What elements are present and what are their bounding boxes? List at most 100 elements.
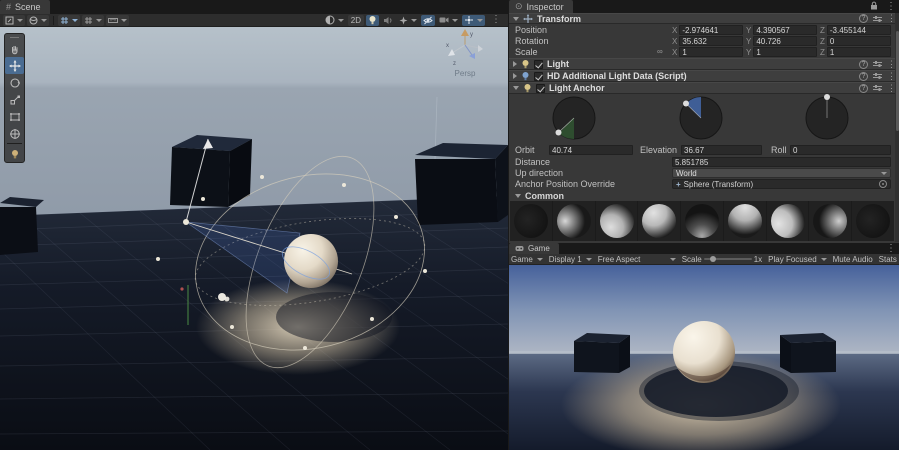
scale-x-field[interactable] [679, 47, 743, 57]
hd-light-enabled-checkbox[interactable] [534, 72, 543, 81]
help-icon[interactable]: ? [859, 84, 868, 93]
constrain-proportions-icon[interactable]: ∞ [657, 47, 663, 56]
mute-audio-button[interactable]: Mute Audio [833, 255, 873, 264]
light-preset-thumb[interactable] [852, 201, 894, 241]
scene-camera-button[interactable] [437, 15, 460, 26]
scene-menu-kebab[interactable]: ⋮ [487, 15, 505, 25]
elevation-field[interactable] [681, 145, 762, 155]
anchor-override-object-field[interactable]: + Sphere (Transform) [672, 179, 891, 189]
inspector-lock-icon[interactable] [866, 1, 882, 13]
elevation-dial[interactable] [675, 92, 727, 144]
light-preset-thumb[interactable] [596, 201, 638, 241]
position-row: Position X Y Z [509, 25, 899, 35]
grid-snap-button[interactable] [82, 15, 104, 26]
toggle-2d-button[interactable]: 2D [348, 15, 364, 26]
game-viewport[interactable] [509, 265, 899, 450]
help-icon[interactable]: ? [859, 72, 868, 81]
presets-icon[interactable] [873, 84, 882, 92]
scale-z-field[interactable] [827, 47, 891, 57]
svg-text:y: y [470, 32, 473, 38]
object-picker-icon[interactable] [879, 180, 887, 188]
scale-value: 1x [754, 255, 762, 264]
scene-audio-button[interactable] [381, 15, 395, 26]
inspector-tab-label: Inspector [527, 2, 564, 12]
transform-component-header[interactable]: Transform ? ⋮ [509, 13, 899, 24]
roll-field[interactable] [790, 145, 891, 155]
pan-tool-button[interactable] [5, 40, 24, 57]
light-anchor-tool-button[interactable] [5, 145, 24, 162]
draw-mode-button[interactable] [3, 15, 25, 26]
light-anchor-foldout[interactable] [513, 86, 519, 90]
play-focused-dropdown[interactable]: Play Focused [768, 255, 826, 264]
rotation-z-field[interactable] [827, 36, 891, 46]
rect-icon [9, 111, 21, 123]
help-icon[interactable]: ? [859, 14, 868, 23]
stats-button[interactable]: Stats [879, 255, 897, 264]
orbit-field[interactable] [549, 145, 633, 155]
inspector-menu-kebab[interactable]: ⋮ [882, 2, 899, 12]
rotate-tool-button[interactable] [5, 74, 24, 91]
scene-viewport[interactable]: y x z Persp [0, 27, 508, 450]
roll-dial[interactable] [801, 92, 853, 144]
position-x-field[interactable] [679, 25, 743, 35]
common-foldout[interactable] [515, 194, 521, 198]
light-component-header[interactable]: Light ? ⋮ [509, 58, 899, 70]
rotation-x-field[interactable] [679, 36, 743, 46]
snap-increment-button[interactable] [106, 15, 129, 26]
position-z-field[interactable] [827, 25, 891, 35]
transform-tool-button[interactable] [5, 125, 24, 142]
presets-icon[interactable] [873, 15, 882, 23]
presets-icon[interactable] [873, 60, 882, 68]
tab-inspector[interactable]: ⊙ Inspector [509, 0, 573, 13]
game-cube-left [574, 333, 630, 373]
up-direction-dropdown[interactable]: World [672, 168, 891, 178]
display-dropdown[interactable]: Display 1 [549, 255, 592, 264]
gizmos-visibility-button[interactable] [462, 15, 485, 26]
distance-field[interactable] [672, 157, 891, 167]
light-foldout[interactable] [513, 61, 517, 67]
presets-icon[interactable] [873, 72, 882, 80]
render-doodads-button[interactable] [323, 15, 346, 26]
game-menu-kebab[interactable]: ⋮ [882, 244, 899, 254]
hd-light-data-header[interactable]: HD Additional Light Data (Script) ? ⋮ [509, 70, 899, 82]
tab-scene[interactable]: # Scene [0, 0, 50, 14]
light-preset-thumb[interactable] [510, 201, 552, 241]
inspector-scrollbar[interactable] [895, 13, 899, 242]
help-icon[interactable]: ? [859, 60, 868, 69]
rotation-y-field[interactable] [753, 36, 817, 46]
light-preset-thumb[interactable] [681, 201, 723, 241]
transform-object-icon: + [676, 180, 681, 189]
light-preset-thumb[interactable] [638, 201, 680, 241]
effects-button[interactable] [397, 15, 419, 26]
rotate-icon [9, 77, 21, 89]
scale-tool-button[interactable] [5, 91, 24, 108]
rect-tool-button[interactable] [5, 108, 24, 125]
hd-light-foldout[interactable] [513, 73, 517, 79]
light-preset-thumb[interactable] [767, 201, 809, 241]
svg-text:z: z [453, 61, 456, 67]
display-mode-dropdown[interactable]: Game [511, 255, 543, 264]
light-preset-thumb[interactable] [724, 201, 766, 241]
position-y-field[interactable] [753, 25, 817, 35]
aspect-dropdown[interactable]: Free Aspect [598, 255, 676, 264]
common-row[interactable]: Common [509, 191, 899, 201]
debug-view-button[interactable] [27, 15, 49, 26]
inspector-tab-icon: ⊙ [515, 1, 523, 12]
light-component-icon [521, 59, 530, 69]
scale-slider-knob[interactable] [710, 256, 716, 262]
light-preset-thumb[interactable] [553, 201, 595, 241]
grid-visibility-button[interactable] [58, 15, 80, 26]
scale-y-field[interactable] [753, 47, 817, 57]
scene-cube-right[interactable] [415, 143, 508, 225]
scene-lighting-button[interactable] [366, 15, 379, 26]
tab-game[interactable]: Game [509, 243, 559, 254]
light-anchor-enabled-checkbox[interactable] [536, 84, 545, 93]
move-tool-button[interactable] [5, 57, 24, 74]
light-enabled-checkbox[interactable] [534, 60, 543, 69]
orbit-dial[interactable] [548, 92, 600, 144]
chevron-down-icon [670, 258, 676, 261]
light-preset-thumb[interactable] [809, 201, 851, 241]
scale-slider[interactable] [704, 258, 752, 260]
hidden-objects-button[interactable] [421, 15, 435, 26]
transform-foldout[interactable] [513, 17, 519, 21]
